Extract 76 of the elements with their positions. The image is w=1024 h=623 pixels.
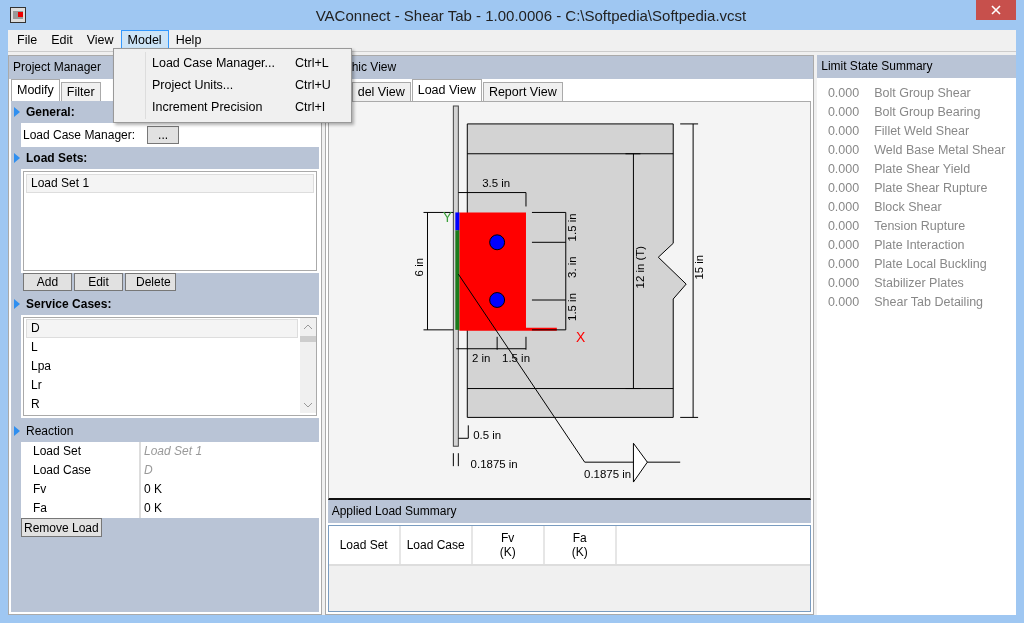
limit-state-name: Fillet Weld Shear bbox=[874, 123, 970, 138]
limit-state-name: Weld Base Metal Shear bbox=[874, 142, 1006, 157]
property-value[interactable]: 0 K bbox=[141, 480, 319, 499]
limit-state-name: Bolt Group Bearing bbox=[874, 104, 981, 119]
property-name: Fv bbox=[21, 480, 141, 499]
limit-state-name: Plate Shear Yield bbox=[874, 161, 971, 176]
ratio-value: 0.000 bbox=[826, 294, 860, 309]
dimension-label: 0.5 in bbox=[472, 429, 501, 442]
dimension-label: 15 in bbox=[692, 254, 705, 280]
ratio-value: 0.000 bbox=[826, 161, 860, 176]
dimension-label: 3. in bbox=[565, 256, 578, 278]
limit-state-name: Block Shear bbox=[874, 199, 942, 214]
limit-state-name: Bolt Group Shear bbox=[874, 85, 971, 100]
action-button[interactable]: Edit bbox=[74, 273, 123, 291]
action-button[interactable]: Add bbox=[23, 273, 72, 291]
panel-title: Limit State Summary bbox=[817, 55, 1016, 78]
menu-item[interactable]: Edit bbox=[44, 30, 80, 51]
axis-label: Y bbox=[442, 209, 452, 226]
ratio-value: 0.000 bbox=[826, 256, 860, 271]
property-name: Load Set bbox=[21, 442, 141, 461]
dimension-label: 1.5 in bbox=[501, 351, 530, 364]
browse-button[interactable]: ... bbox=[147, 126, 180, 144]
field-label: Load Case Manager: bbox=[23, 128, 136, 142]
column-header[interactable]: Fa (K) bbox=[544, 526, 617, 564]
menu-item[interactable]: File bbox=[10, 30, 45, 51]
dimension-label: 0.1875 in bbox=[583, 468, 631, 481]
section-title: Load Sets: bbox=[26, 151, 88, 165]
ratio-value: 0.000 bbox=[826, 218, 860, 233]
dimension-label: 1.5 in bbox=[565, 213, 578, 242]
ratio-value: 0.000 bbox=[826, 104, 860, 119]
tab[interactable]: Report View bbox=[482, 82, 563, 101]
dimension-label: 0.1875 in bbox=[470, 458, 518, 471]
tab[interactable]: del View bbox=[351, 82, 411, 101]
column-header[interactable]: Load Case bbox=[400, 526, 473, 564]
list-item[interactable]: Lr bbox=[26, 376, 298, 395]
remove-load-button[interactable]: Remove Load bbox=[21, 518, 102, 537]
dimension-label: 6 in bbox=[412, 257, 425, 277]
list-item[interactable]: D bbox=[26, 319, 298, 338]
column-header[interactable]: Load Set bbox=[328, 526, 401, 564]
limit-state-name: Plate Local Buckling bbox=[874, 256, 987, 271]
ratio-value: 0.000 bbox=[826, 85, 860, 100]
ratio-value: 0.000 bbox=[826, 237, 860, 252]
section-title: General: bbox=[26, 105, 75, 119]
panel-title: Applied Load Summary bbox=[327, 500, 812, 523]
action-button[interactable]: Delete bbox=[125, 273, 176, 291]
limit-state-name: Tension Rupture bbox=[874, 218, 966, 233]
column-header[interactable]: Fv (K) bbox=[472, 526, 545, 564]
ratio-value: 0.000 bbox=[826, 123, 860, 138]
dimension-label: 3.5 in bbox=[481, 176, 510, 189]
ratio-value: 0.000 bbox=[826, 142, 860, 157]
dimension-label: 12 in (T) bbox=[634, 245, 647, 289]
property-name: Load Case bbox=[21, 461, 141, 480]
section-title: Reaction bbox=[26, 424, 74, 438]
tab[interactable]: Modify bbox=[11, 79, 60, 101]
window-title: VAConnect - Shear Tab - 1.00.0006 - C:\Softpedia\Softpedia.vcst bbox=[314, 6, 748, 24]
tab[interactable]: Load View bbox=[411, 79, 482, 101]
limit-state-name: Plate Shear Rupture bbox=[874, 180, 988, 195]
list-item[interactable]: Load Set 1 bbox=[26, 174, 314, 193]
section-title: Service Cases: bbox=[26, 297, 112, 311]
property-value[interactable]: 0 K bbox=[141, 499, 319, 518]
list-item[interactable]: R bbox=[26, 395, 298, 414]
menu-item[interactable]: Help bbox=[168, 30, 209, 51]
dimension-label: 1.5 in bbox=[565, 292, 578, 321]
list-item[interactable]: L bbox=[26, 338, 298, 357]
menu-item[interactable]: View bbox=[79, 30, 121, 51]
list-item[interactable]: Lpa bbox=[26, 357, 298, 376]
tab[interactable]: Filter bbox=[60, 82, 101, 101]
limit-state-name: Shear Tab Detailing bbox=[874, 294, 984, 309]
ratio-value: 0.000 bbox=[826, 180, 860, 195]
limit-state-name: Stabilizer Plates bbox=[874, 275, 964, 290]
axis-label: X bbox=[575, 328, 586, 345]
limit-state-name: Plate Interaction bbox=[874, 237, 965, 252]
dimension-label: 2 in bbox=[471, 351, 491, 364]
ratio-value: 0.000 bbox=[826, 199, 860, 214]
ratio-value: 0.000 bbox=[826, 275, 860, 290]
menu-entry[interactable]: Increment Precision Ctrl+I bbox=[114, 96, 351, 118]
